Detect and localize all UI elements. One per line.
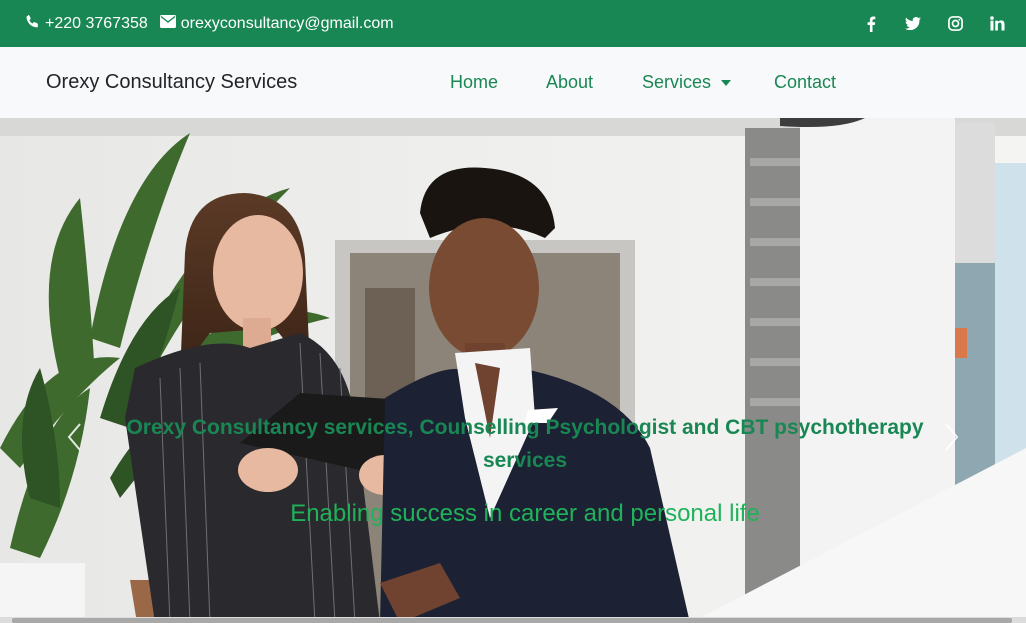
- twitter-icon[interactable]: [905, 16, 921, 32]
- hero-title: Orexy Consultancy services, Counselling …: [126, 416, 924, 472]
- nav-item-label: Contact: [774, 72, 837, 92]
- horizontal-scrollbar[interactable]: [0, 617, 1026, 623]
- nav-item-label: Home: [450, 72, 499, 92]
- email-contact[interactable]: orexyconsultancy@gmail.com: [159, 14, 394, 33]
- social-links: [863, 16, 1005, 32]
- nav-menu: Home About Services Contact: [0, 47, 1026, 118]
- email-address: orexyconsultancy@gmail.com: [180, 14, 394, 32]
- nav-item-services[interactable]: Services: [642, 72, 732, 93]
- phone-contact[interactable]: +220 3767358: [25, 14, 148, 34]
- facebook-icon[interactable]: [863, 16, 879, 32]
- hero-subtitle: Enabling success in career and personal …: [290, 500, 760, 527]
- hero-carousel: Orexy Consultancy services, Counselling …: [0, 118, 1026, 623]
- main-navbar: Orexy Consultancy Services Home About Se…: [0, 47, 1026, 118]
- chevron-left-icon: [67, 423, 81, 451]
- scrollbar-thumb[interactable]: [12, 618, 1012, 623]
- nav-item-contact[interactable]: Contact: [774, 72, 836, 93]
- caret-down-icon: [721, 79, 732, 86]
- nav-item-home[interactable]: Home: [450, 72, 498, 93]
- nav-item-about[interactable]: About: [546, 72, 593, 93]
- carousel-prev-button[interactable]: [62, 418, 86, 456]
- linkedin-icon[interactable]: [989, 16, 1005, 32]
- hero-background-photo: [0, 118, 1026, 623]
- carousel-next-button[interactable]: [940, 418, 964, 456]
- chevron-right-icon: [945, 423, 959, 451]
- nav-item-label: Services: [642, 72, 712, 92]
- nav-item-label: About: [546, 72, 594, 92]
- envelope-icon: [159, 14, 176, 33]
- phone-icon: [25, 14, 40, 34]
- top-contact-bar: +220 3767358 orexyconsultancy@gmail.com: [0, 0, 1026, 47]
- contact-info: +220 3767358 orexyconsultancy@gmail.com: [25, 14, 394, 34]
- instagram-icon[interactable]: [947, 16, 963, 32]
- phone-number: +220 3767358: [45, 14, 148, 32]
